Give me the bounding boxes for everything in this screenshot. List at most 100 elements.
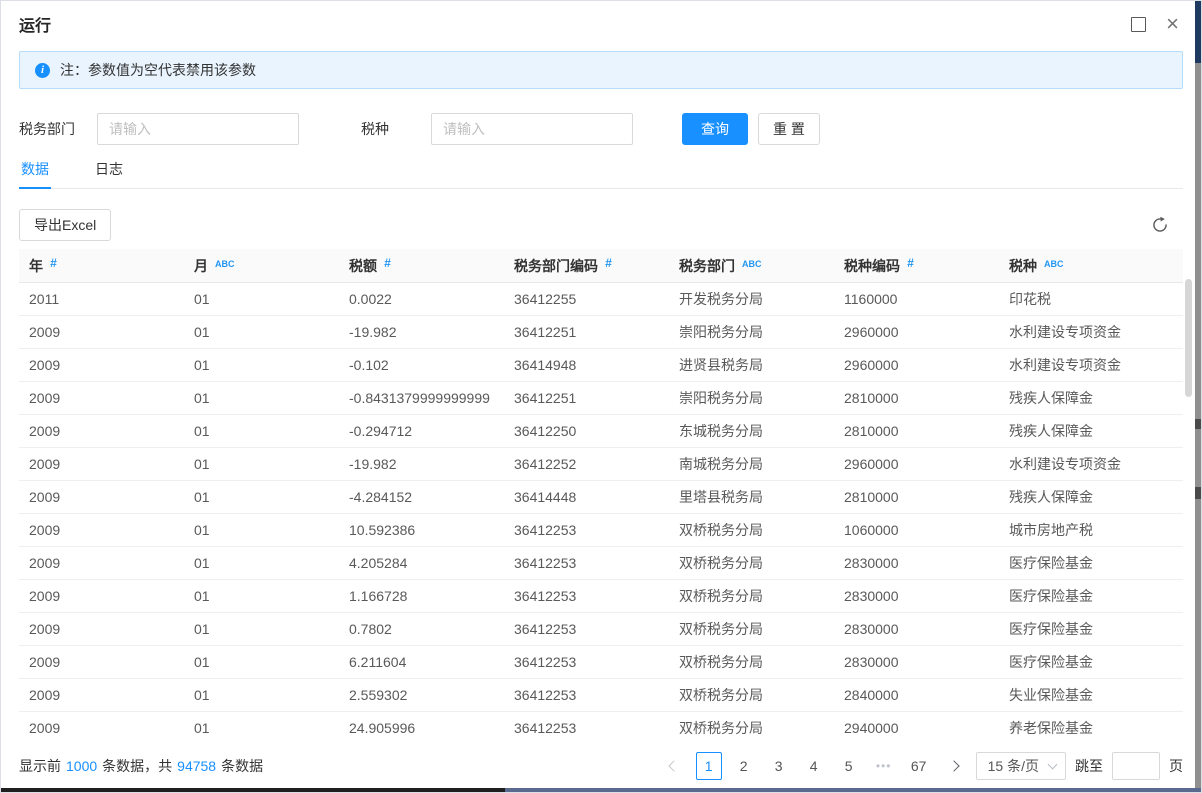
cell: 01	[184, 580, 339, 613]
cell: 开发税务分局	[669, 283, 834, 316]
cell: 2960000	[834, 448, 999, 481]
table-body: 2011010.002236412255开发税务分局1160000印花税2009…	[19, 283, 1183, 745]
cell: 医疗保险基金	[999, 547, 1183, 580]
cell: 双桥税务分局	[669, 679, 834, 712]
data-table-area: 年#月ABC税额#税务部门编码#税务部门ABC税种编码#税种ABC 201101…	[19, 249, 1183, 744]
text-type-icon: ABC	[1044, 259, 1064, 269]
cell: 崇阳税务分局	[669, 382, 834, 415]
cell: 36414948	[504, 349, 669, 382]
cell: 24.905996	[339, 712, 504, 745]
column-header: 税种ABC	[999, 249, 1183, 283]
cell: -19.982	[339, 448, 504, 481]
cell: 2940000	[834, 712, 999, 745]
tab-log[interactable]: 日志	[93, 157, 125, 188]
cell: 36412253	[504, 646, 669, 679]
tax-department-input[interactable]	[97, 113, 299, 145]
filter-row: 税务部门 税种 查询 重 置	[19, 113, 1183, 145]
cell: 2009	[19, 613, 184, 646]
column-label: 年	[29, 258, 43, 274]
pagination: 12345•••67 15 条/页 跳至 页	[661, 752, 1183, 780]
page-title: 运行	[19, 12, 51, 36]
cell: 2009	[19, 382, 184, 415]
cell: 01	[184, 613, 339, 646]
cell: 01	[184, 646, 339, 679]
tax-type-input[interactable]	[431, 113, 633, 145]
column-header: 税务部门编码#	[504, 249, 669, 283]
cell: 医疗保险基金	[999, 580, 1183, 613]
cell: 水利建设专项资金	[999, 448, 1183, 481]
cell: 2.559302	[339, 679, 504, 712]
page-button-67[interactable]: 67	[906, 752, 932, 780]
cell: 01	[184, 283, 339, 316]
page-button-4[interactable]: 4	[801, 752, 827, 780]
page-button-5[interactable]: 5	[836, 752, 862, 780]
total-count: 94758	[177, 758, 216, 774]
cell: 进贤县税务局	[669, 349, 834, 382]
jump-label: 跳至	[1075, 756, 1103, 776]
cell: 残疾人保障金	[999, 415, 1183, 448]
cell: 双桥税务分局	[669, 580, 834, 613]
cell: 6.211604	[339, 646, 504, 679]
cell: 城市房地产税	[999, 514, 1183, 547]
tab-bar: 数据 日志	[19, 157, 1183, 189]
cell: 医疗保险基金	[999, 613, 1183, 646]
bottom-edge	[1, 788, 1201, 792]
cell: 01	[184, 415, 339, 448]
close-icon[interactable]: ×	[1166, 17, 1179, 31]
page-button-2[interactable]: 2	[731, 752, 757, 780]
numeric-type-icon: #	[907, 256, 914, 270]
jump-page-input[interactable]	[1112, 752, 1160, 780]
cell: 01	[184, 316, 339, 349]
column-header: 月 ABC	[184, 249, 339, 283]
chevron-right-icon[interactable]	[941, 752, 967, 780]
filter-tax-type: 税种	[361, 113, 633, 145]
window-controls: ×	[1131, 17, 1179, 32]
cell: 2009	[19, 481, 184, 514]
reset-button[interactable]: 重 置	[758, 113, 820, 145]
tab-data[interactable]: 数据	[19, 157, 51, 188]
text-type-icon: ABC	[215, 259, 235, 269]
cell: 失业保险基金	[999, 679, 1183, 712]
query-button[interactable]: 查询	[682, 113, 748, 145]
cell: 36412251	[504, 382, 669, 415]
page-button-3[interactable]: 3	[766, 752, 792, 780]
refresh-icon[interactable]	[1151, 216, 1169, 234]
cell: 0.0022	[339, 283, 504, 316]
page-size-value: 15 条/页	[988, 756, 1039, 776]
jump-to-page: 跳至 页	[1075, 752, 1183, 780]
column-label: 税额	[349, 258, 377, 274]
cell: 4.205284	[339, 547, 504, 580]
table-scrollbar-thumb[interactable]	[1185, 279, 1192, 397]
cell: 36412255	[504, 283, 669, 316]
info-icon: i	[35, 63, 50, 78]
export-excel-button[interactable]: 导出Excel	[19, 209, 111, 241]
cell: 01	[184, 448, 339, 481]
cell: 36412251	[504, 316, 669, 349]
table-row: 200901-0.29471236412250东城税务分局2810000残疾人保…	[19, 415, 1183, 448]
table-row: 200901-19.98236412251崇阳税务分局2960000水利建设专项…	[19, 316, 1183, 349]
column-header: 税额#	[339, 249, 504, 283]
chevron-left-icon[interactable]	[661, 752, 687, 780]
cell: 双桥税务分局	[669, 547, 834, 580]
run-dialog: 运行 × i 注：参数值为空代表禁用该参数 税务部门 税种 查询 重 置 数据 …	[0, 0, 1202, 793]
cell: 崇阳税务分局	[669, 316, 834, 349]
table-header-row: 年#月ABC税额#税务部门编码#税务部门ABC税种编码#税种ABC	[19, 249, 1183, 283]
page-size-select[interactable]: 15 条/页	[976, 752, 1066, 780]
cell: 2009	[19, 712, 184, 745]
maximize-icon[interactable]	[1131, 17, 1146, 32]
cell: 2830000	[834, 646, 999, 679]
jump-suffix: 页	[1169, 756, 1183, 776]
cell: 36412253	[504, 679, 669, 712]
cell: 01	[184, 481, 339, 514]
column-header: 年#	[19, 249, 184, 283]
info-banner: i 注：参数值为空代表禁用该参数	[19, 51, 1183, 89]
column-label: 月	[194, 258, 208, 274]
page-button-1[interactable]: 1	[696, 752, 722, 780]
pagination-pages: 12345•••67	[696, 752, 932, 780]
cell: 01	[184, 679, 339, 712]
cell: 2009	[19, 415, 184, 448]
browser-scrollbar[interactable]	[1195, 1, 1201, 792]
filter-tax-department: 税务部门	[19, 113, 299, 145]
cell: 2011	[19, 283, 184, 316]
cell: 残疾人保障金	[999, 481, 1183, 514]
